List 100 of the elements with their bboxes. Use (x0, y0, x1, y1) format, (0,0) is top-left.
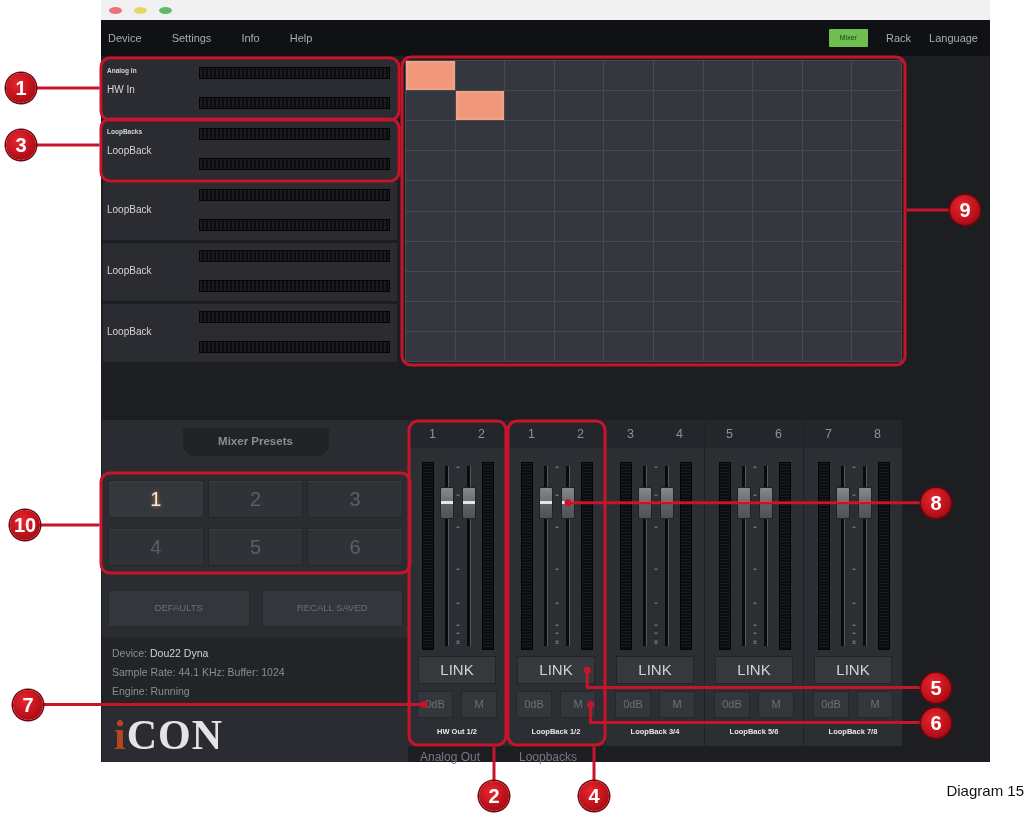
fader-thumb[interactable] (440, 486, 454, 519)
channel-number: 6 (775, 426, 782, 442)
gain-button[interactable]: 0dB (615, 691, 651, 718)
leader-line (40, 523, 100, 527)
matrix-cell[interactable] (406, 241, 455, 271)
matrix-cell[interactable] (852, 241, 901, 271)
view-tab[interactable]: Language (929, 31, 978, 45)
diagram-caption: Diagram 15 (946, 782, 1024, 800)
matrix-cell[interactable] (505, 121, 554, 151)
link-button[interactable]: LINK (616, 656, 694, 684)
channel-number: 7 (825, 426, 832, 442)
fader-thumb[interactable] (737, 486, 751, 519)
matrix-cell[interactable] (406, 121, 455, 151)
matrix-cell[interactable] (406, 211, 455, 241)
matrix-cell[interactable] (703, 331, 753, 361)
menu-item[interactable]: Device (108, 31, 142, 45)
matrix-cell[interactable] (654, 61, 703, 91)
info-line: Engine: Running (112, 684, 191, 699)
callout-marker: 7 (13, 689, 43, 720)
matrix-cell[interactable] (406, 301, 455, 331)
fader-thumb[interactable] (858, 486, 872, 519)
callout-marker: 3 (6, 130, 36, 160)
brand-logo: iCON (113, 715, 223, 755)
matrix-cell[interactable] (852, 181, 901, 211)
fader-thumb[interactable] (660, 486, 674, 519)
scale-ticks-icon (554, 466, 560, 646)
channel-number: 8 (874, 426, 881, 442)
matrix-cell[interactable] (654, 331, 703, 361)
group-label: Loopbacks (518, 749, 578, 765)
matrix-cell[interactable] (455, 331, 505, 361)
preset-button[interactable]: 1 (108, 480, 204, 518)
input-name: LoopBack (107, 144, 153, 157)
channel-number: 2 (478, 426, 485, 442)
view-tab[interactable]: Rack (886, 31, 912, 45)
link-button[interactable]: LINK (418, 656, 496, 684)
channel-number: 5 (726, 426, 733, 442)
matrix-cell[interactable] (406, 151, 455, 181)
fader-thumb[interactable] (539, 486, 553, 519)
matrix-cell[interactable] (852, 271, 901, 301)
gain-button[interactable]: 0dB (516, 691, 552, 718)
maximize-icon[interactable] (159, 6, 172, 14)
channel-number: 3 (627, 426, 634, 442)
presets-header: Mixer Presets (182, 428, 329, 456)
matrix-cell[interactable] (505, 61, 554, 91)
matrix-cell[interactable] (455, 121, 505, 151)
info-value: Dou22 Dyna (150, 646, 209, 661)
callout-marker: 5 (921, 672, 951, 703)
matrix-cell[interactable] (554, 331, 604, 361)
gain-button[interactable]: 0dB (813, 691, 849, 718)
minimize-icon[interactable] (134, 6, 147, 14)
matrix-cell[interactable] (703, 61, 753, 91)
matrix-cell[interactable] (852, 121, 901, 151)
matrix-cell[interactable] (505, 331, 554, 361)
matrix-cell[interactable] (505, 91, 554, 121)
matrix-cell[interactable] (554, 61, 604, 91)
matrix-cell[interactable] (455, 91, 505, 121)
matrix-cell[interactable] (802, 61, 852, 91)
callout-marker: 6 (921, 707, 951, 738)
matrix-cell[interactable] (604, 331, 653, 361)
matrix-cell[interactable] (852, 91, 901, 121)
matrix-cell[interactable] (753, 331, 802, 361)
input-name: LoopBack (107, 204, 153, 216)
matrix-cell[interactable] (852, 331, 901, 361)
link-button[interactable]: LINK (517, 656, 595, 684)
matrix-cell[interactable] (852, 211, 901, 241)
fader-thumb[interactable] (836, 486, 850, 519)
matrix-cell[interactable] (406, 181, 455, 211)
fader-thumb[interactable] (638, 486, 652, 519)
callout-marker: 4 (579, 781, 609, 811)
link-button[interactable]: LINK (715, 656, 793, 684)
menu-item[interactable]: Info (241, 31, 260, 45)
scale-ticks-icon (455, 466, 461, 646)
matrix-cell[interactable] (406, 91, 455, 121)
matrix-cell[interactable] (406, 331, 455, 361)
menu-item[interactable]: Settings (171, 31, 212, 45)
info-label: Device: (112, 646, 147, 661)
input-name: LoopBack (107, 326, 153, 338)
fader-thumb[interactable] (759, 486, 773, 519)
leader-line (592, 746, 596, 781)
matrix-cell[interactable] (406, 61, 455, 91)
matrix-cell[interactable] (455, 61, 505, 91)
matrix-cell[interactable] (802, 331, 852, 361)
menu-item[interactable]: Help (289, 31, 313, 45)
gain-button[interactable]: 0dB (714, 691, 750, 718)
input-name: LoopBack (107, 265, 153, 277)
callout-marker: 8 (921, 487, 951, 518)
fader-thumb[interactable] (561, 486, 575, 519)
fader-thumb[interactable] (462, 486, 476, 519)
matrix-cell[interactable] (852, 151, 901, 181)
channel-number: 2 (577, 426, 584, 442)
group-label: Analog Out (419, 749, 481, 765)
leader-line (492, 746, 496, 781)
matrix-cell[interactable] (604, 61, 653, 91)
close-icon[interactable] (109, 6, 122, 14)
matrix-cell[interactable] (753, 61, 802, 91)
matrix-cell[interactable] (406, 271, 455, 301)
callout-marker: 10 (10, 510, 40, 540)
matrix-cell[interactable] (852, 301, 901, 331)
matrix-cell[interactable] (852, 61, 901, 91)
link-button[interactable]: LINK (814, 656, 892, 684)
